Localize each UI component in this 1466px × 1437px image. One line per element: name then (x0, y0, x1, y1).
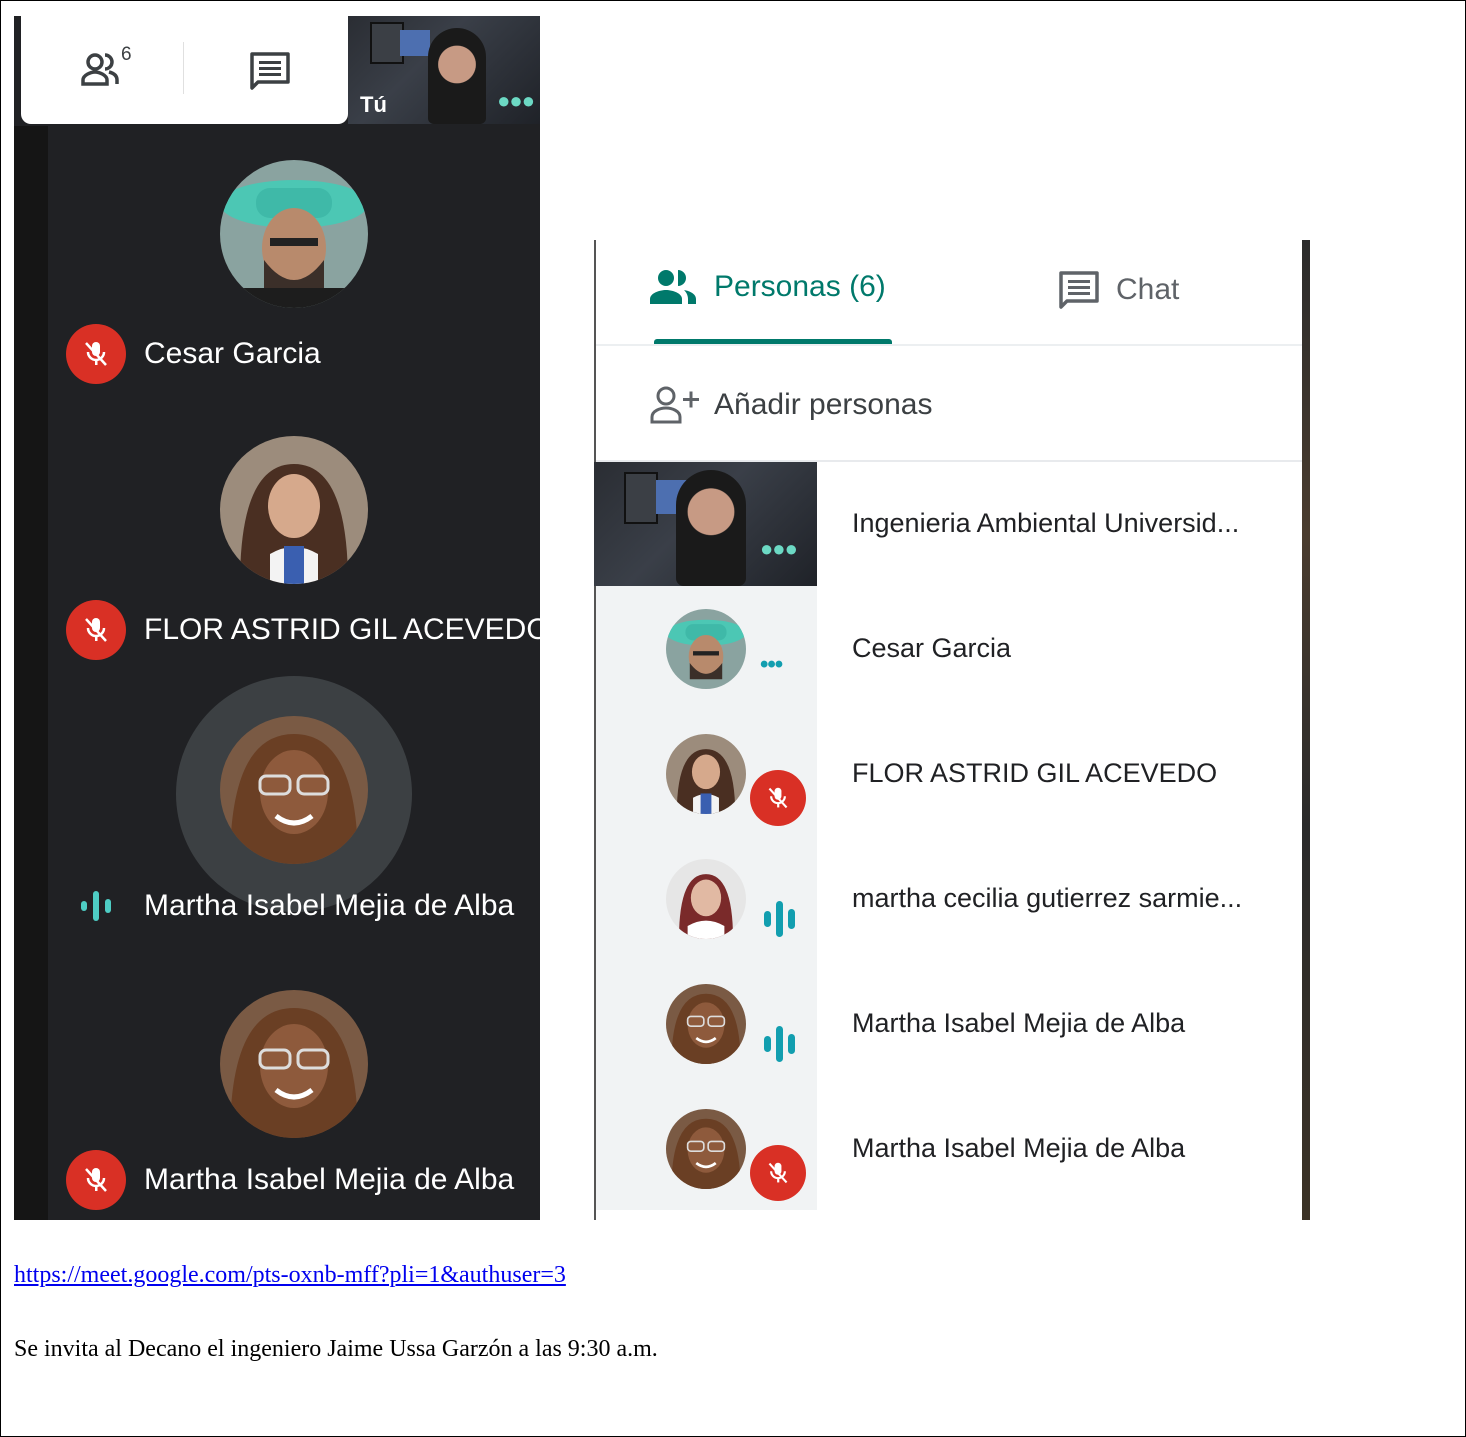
chat-icon (250, 52, 290, 90)
tab-people[interactable]: Personas (6) (650, 268, 886, 306)
self-video-thumbnail[interactable]: Tú ●●● (348, 16, 540, 124)
background-frame-image (370, 22, 404, 64)
participant-tile: Cesar Garcia (66, 324, 321, 384)
background-picture-image (400, 30, 430, 56)
participant-tile: FLOR ASTRID GIL ACEVEDO (66, 600, 540, 660)
tab-people-label: Personas (6) (714, 270, 886, 303)
people-panel: Personas (6) Chat Añadir personas ●●● In… (594, 240, 1310, 1220)
chat-icon (1059, 271, 1099, 309)
background-edge (1302, 240, 1310, 1220)
mic-off-icon (750, 770, 806, 826)
avatar (666, 859, 746, 939)
add-people-button[interactable]: Añadir personas (650, 386, 932, 424)
participant-tile: Martha Isabel Mejia de Alba (66, 1150, 514, 1210)
participant-name: Martha Isabel Mejia de Alba (144, 1163, 515, 1196)
speaking-bars-icon (760, 899, 800, 944)
list-item[interactable]: Ingenieria Ambiental Universid... (594, 462, 1294, 586)
meet-toolbar: 6 (21, 16, 348, 124)
participant-name: FLOR ASTRID GIL ACEVEDO (852, 758, 1218, 788)
list-item[interactable]: Martha Isabel Mejia de Alba (594, 962, 1294, 1086)
mic-off-icon (66, 600, 126, 660)
avatar (666, 1109, 746, 1189)
list-item[interactable]: FLOR ASTRID GIL ACEVEDO (594, 712, 1294, 836)
participant-name: Ingenieria Ambiental Universid... (852, 508, 1240, 538)
add-people-label: Añadir personas (714, 388, 933, 421)
participant-name: Martha Isabel Mejia de Alba (144, 889, 515, 922)
avatar (220, 990, 368, 1138)
participant-name: martha cecilia gutierrez sarmie... (852, 883, 1243, 913)
participant-name: Cesar Garcia (144, 337, 321, 370)
participants-button[interactable]: 6 (81, 44, 132, 95)
mic-off-icon (66, 324, 126, 384)
self-video-face (428, 28, 486, 124)
avatar (220, 436, 368, 584)
tab-chat[interactable]: Chat (1056, 268, 1179, 312)
avatar (666, 734, 746, 814)
list-item[interactable]: Martha Isabel Mejia de Alba (594, 1087, 1294, 1211)
divider (183, 42, 184, 94)
participant-name: Martha Isabel Mejia de Alba (852, 1008, 1186, 1038)
mic-off-icon (66, 1150, 126, 1210)
avatar (666, 609, 746, 689)
meeting-link[interactable]: https://meet.google.com/pts-oxnb-mff?pli… (14, 1262, 566, 1289)
meet-tiles-panel: 6 Tú ●●● Cesar Garcia FLOR ASTRID GIL AC… (14, 16, 540, 1220)
people-icon (650, 270, 696, 304)
avatar (220, 160, 368, 308)
more-options-icon[interactable]: ••• (760, 651, 783, 679)
avatar (666, 984, 746, 1064)
list-item[interactable]: ••• Cesar Garcia (594, 587, 1294, 711)
divider (596, 344, 1302, 346)
participant-name: Martha Isabel Mejia de Alba (852, 1133, 1186, 1163)
mic-off-icon (750, 1145, 806, 1201)
participant-name: Cesar Garcia (852, 633, 1012, 663)
people-icon (81, 53, 119, 86)
chat-button[interactable] (247, 49, 293, 98)
side-strip (14, 126, 48, 1220)
document-note: Se invita al Decano el ingeniero Jaime U… (14, 1336, 658, 1362)
self-label: Tú (360, 92, 387, 117)
more-options-icon[interactable]: ●●● (497, 88, 535, 114)
participants-count: 6 (121, 44, 132, 65)
list-item[interactable]: martha cecilia gutierrez sarmie... (594, 837, 1294, 961)
avatar (220, 716, 368, 864)
participant-name: FLOR ASTRID GIL ACEVEDO (144, 613, 540, 646)
tab-chat-label: Chat (1116, 273, 1180, 306)
speaking-bars-icon (760, 1024, 800, 1069)
participant-tile: Martha Isabel Mejia de Alba (66, 876, 514, 936)
add-person-icon (650, 386, 699, 424)
speaking-bars-icon (66, 876, 126, 936)
